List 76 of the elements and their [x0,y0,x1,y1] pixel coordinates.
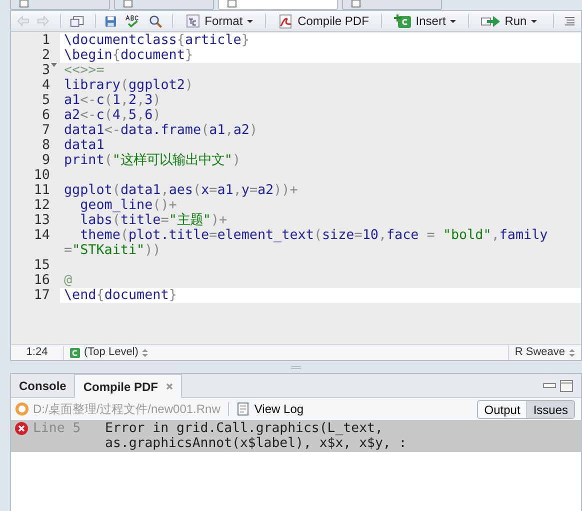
fold-arrow-icon[interactable] [51,63,57,67]
maximize-icon[interactable] [560,380,573,392]
splitter-handle[interactable] [291,366,301,368]
editor-tab[interactable] [218,0,338,10]
view-log-button[interactable]: View Log [237,400,304,418]
close-icon[interactable] [166,383,174,390]
insert-chunk-icon [394,14,412,28]
code-line: print("这样可以输出中文") [63,153,242,168]
scope-selector[interactable]: (Top Level) [64,344,154,361]
line-number: 2 [42,48,50,63]
updown-icon [142,348,148,356]
log-icon [237,402,250,416]
code-line: \end{document} [63,288,178,303]
line-number: 8 [42,138,50,153]
view-toggle[interactable]: Output [478,400,526,418]
error-icon [15,422,28,435]
issue-line: Line 5 [33,421,82,436]
pdf-icon [278,14,294,28]
issue-message: Error in grid.Call.graphics(L_text, as.graphicsAnnot(x$label), x$x, x$y, : [105,421,408,451]
line-number: 9 [42,153,50,168]
line-number: 17 [34,288,50,303]
code-line: theme(plot.title=element_text(size=10,face = "bold",family ="STKaiti")) [63,228,549,258]
insert-button[interactable]: Insert [390,12,460,30]
editor-tab[interactable] [10,0,110,10]
document-icon [19,0,29,8]
line-number: 5 [42,93,50,108]
code-line: \begin{document} [63,48,194,63]
code-line: library(ggplot2) [63,78,194,93]
line-number: 1 [42,33,50,48]
editor-tab[interactable] [342,0,442,10]
code-line: a2<-c(4,5,6) [63,108,162,123]
code-line: data1 [63,138,106,153]
format-button[interactable]: Format [180,12,257,30]
outline-icon[interactable] [564,16,575,26]
cursor-position: 1:24 [25,345,49,360]
code-line: a1<-c(1,2,3) [63,93,162,108]
window-icon[interactable] [70,14,85,28]
issue-row[interactable]: Line 5 Error in grid.Call.graphics(L_text, as.graphicsAnnot(x$label), x$x, x$y, : [11,420,581,452]
chunk-icon [70,348,80,358]
code-line: <<>>= [63,63,106,78]
line-number: 7 [42,123,50,138]
line-number: 13 [34,213,50,228]
search-icon[interactable] [148,14,162,28]
line-number: 16 [34,273,50,288]
code-line: @ [63,273,74,288]
line-number: 12 [34,198,50,213]
rnw-file-icon [15,402,29,416]
file-type-selector[interactable]: R Sweave [508,345,581,360]
document-icon [227,0,237,8]
minimize-icon[interactable] [543,383,556,388]
tex-icon [184,14,201,28]
code-line: data1<-data.frame(a1,a2) [63,123,258,138]
editor-tab[interactable] [114,0,214,10]
compile-pdf-button[interactable]: Compile PDF [274,12,373,30]
line-number: 15 [34,258,50,273]
save-icon[interactable] [105,14,117,28]
line-number: 10 [34,168,50,183]
updown-icon [569,348,575,356]
run-arrow-icon [480,14,501,28]
line-number: 14 [34,228,50,243]
line-number: 6 [42,108,50,123]
view-toggle[interactable]: Issues [526,400,574,418]
panel-tab[interactable]: Console [11,374,74,397]
spellcheck-icon[interactable] [124,14,141,28]
code-line: geom_line()+ [79,198,177,213]
line-number: 4 [42,78,50,93]
code-line: labs(title="主题")+ [79,213,228,228]
line-number: 11 [34,183,50,198]
run-button[interactable]: Run [476,12,541,30]
code-line: ggplot(data1,aes(x=a1,y=a2))+ [63,183,299,198]
panel-tab[interactable]: Compile PDF [74,374,182,398]
document-icon [351,0,361,8]
document-icon [123,0,133,8]
line-number: 3 [42,63,50,78]
file-path: D:/桌面整理/过程文件/new001.Rnw [33,401,220,418]
code-line: \documentclass{article} [63,33,250,48]
